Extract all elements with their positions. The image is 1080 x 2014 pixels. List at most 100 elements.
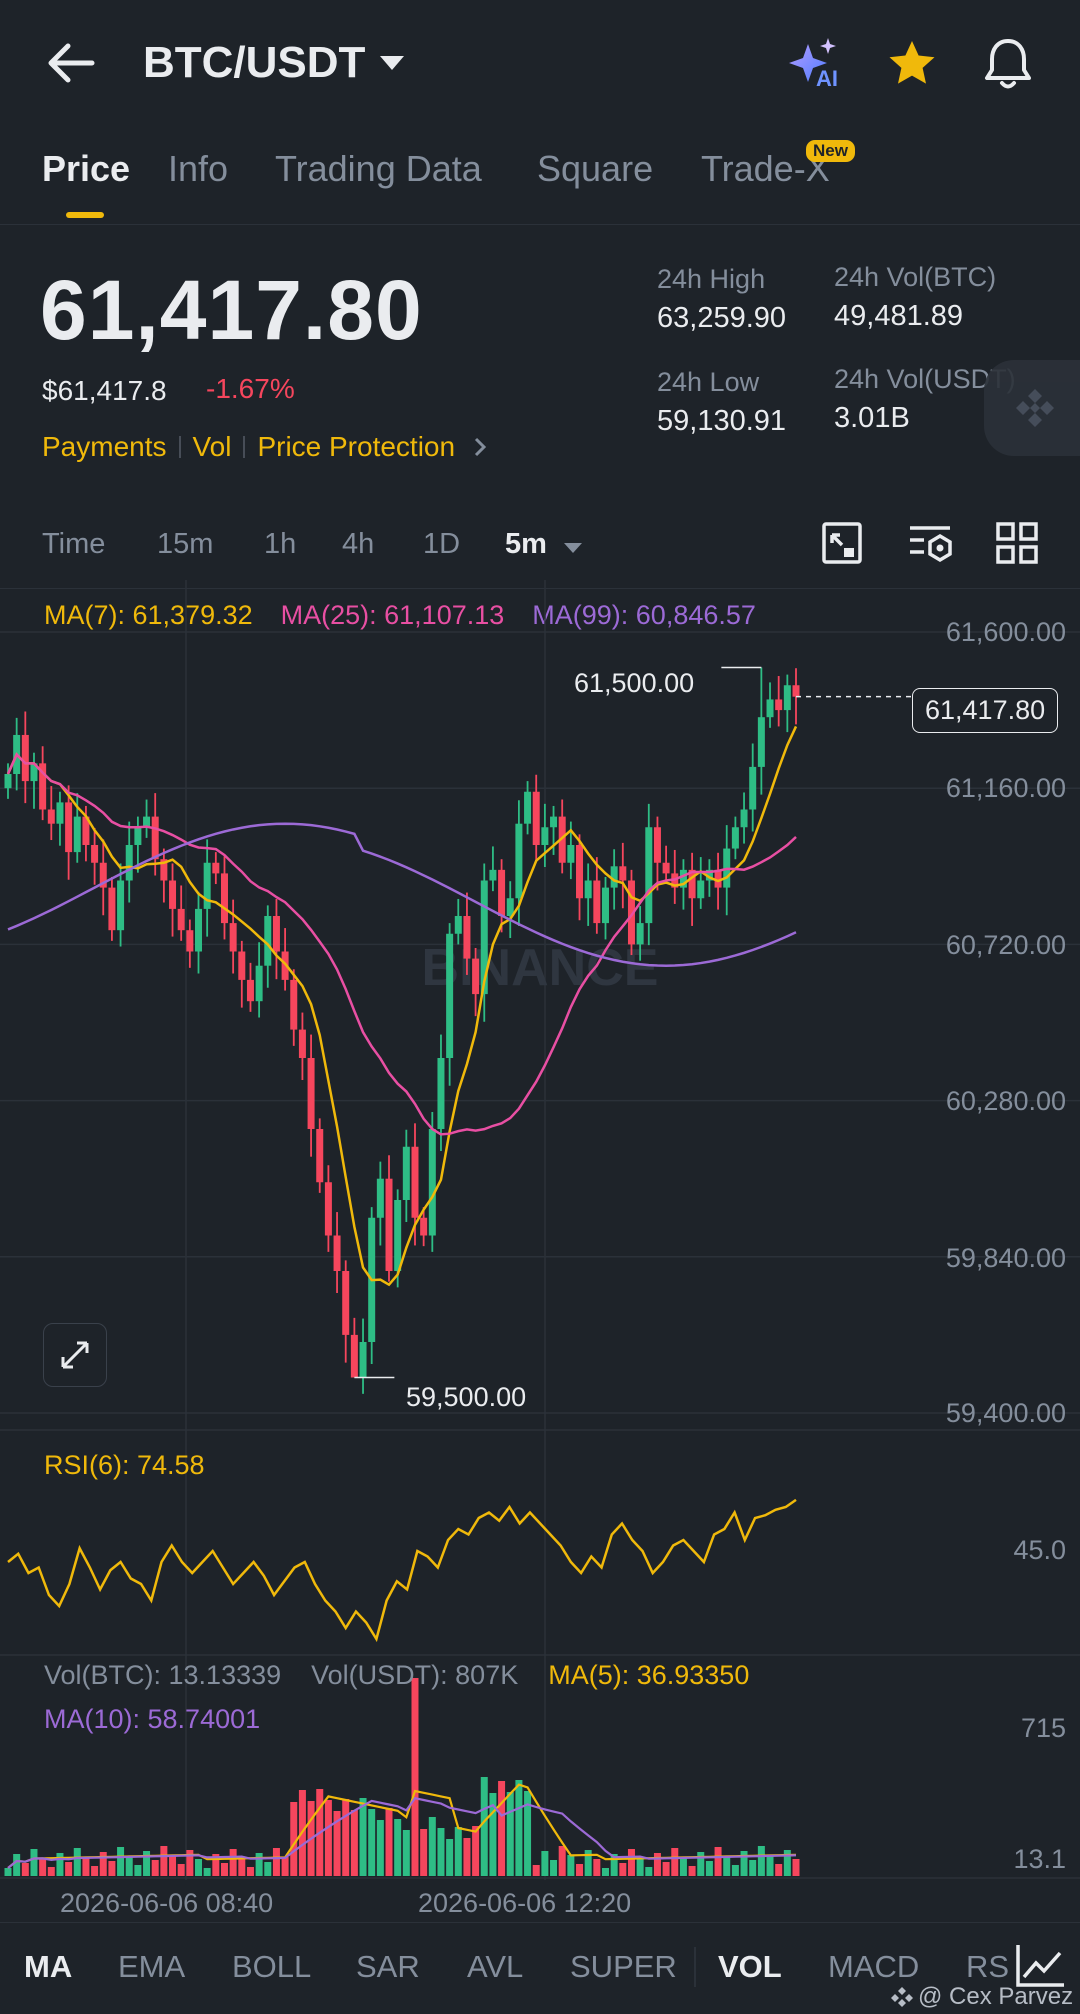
tab-bar: Price Info Trading Data Square Trade-X N… [0,140,1080,225]
indicator-super[interactable]: SUPER [570,1949,677,1985]
ai-button[interactable]: AI [786,36,846,96]
indicator-ema[interactable]: EMA [118,1949,185,1985]
volume-bar [627,1849,635,1876]
fullscreen-button[interactable] [43,1323,107,1387]
candle [662,862,670,874]
back-button[interactable] [38,30,104,96]
volume-bar [82,1857,90,1876]
volume-bar [39,1858,47,1876]
candle [489,869,497,881]
candle [255,965,263,1002]
volume-bar [775,1864,783,1876]
alert-button[interactable] [982,36,1034,92]
candle [792,685,800,697]
candle [350,1334,358,1378]
pair-title: BTC/USDT [143,38,366,87]
ma-lines-layer [6,725,798,1287]
candle [749,766,757,810]
candle [411,1146,419,1218]
interval-time[interactable]: Time [42,528,105,561]
volume-bar [160,1846,168,1876]
volume-bar [13,1854,21,1876]
candle [195,908,203,952]
volume-bar [203,1868,211,1876]
change-percent: -1.67% [206,373,295,404]
volume-bar [246,1867,254,1876]
candle [359,1342,367,1378]
candle [437,1058,445,1129]
vol-axis-top: 715 [1020,1713,1066,1743]
volume-legend: Vol(BTC): 13.13339 Vol(USDT): 807K MA(5)… [44,1660,749,1691]
interval-selected[interactable]: 5m [505,528,547,561]
volume-bar [705,1861,713,1876]
low-marker: 59,500.00 [406,1382,527,1412]
volume-bar [541,1851,549,1876]
price-axis-label: 59,840.00 [945,1243,1066,1273]
indicator-boll[interactable]: BOLL [232,1949,311,1985]
indicator-settings-button[interactable] [906,520,956,566]
volume-bar [195,1859,203,1876]
grid-icon [996,522,1038,564]
volume-bar [264,1862,272,1876]
candle [567,845,575,863]
interval-4h[interactable]: 4h [342,528,374,561]
indicator-divider [694,1947,696,1987]
candle [91,845,99,863]
volume-bar [714,1847,722,1876]
binance-logo-icon [1016,389,1054,427]
candle [4,774,12,789]
tab-trading-data[interactable]: Trading Data [275,148,482,190]
candle [619,866,627,881]
volume-bar [731,1865,739,1876]
vol-link[interactable]: Vol [193,431,232,463]
volume-bar [359,1798,367,1876]
price-protection-link[interactable]: Price Protection [257,431,455,463]
volume-bar [645,1867,653,1876]
floating-binance-button[interactable] [984,360,1080,456]
tab-info[interactable]: Info [168,148,228,190]
favorite-button[interactable] [886,38,938,90]
volume-bar [255,1853,263,1876]
candle [653,827,661,863]
rsi-label: RSI(6): 74.58 [44,1450,205,1480]
volume-bar [272,1848,280,1876]
indicator-vol[interactable]: VOL [718,1949,782,1985]
indicator-avl[interactable]: AVL [467,1949,523,1985]
layout-grid-button[interactable] [994,520,1040,566]
payments-link[interactable]: Payments [42,431,167,463]
credit-text: @ Cex Parvez [918,1983,1074,2010]
interval-1h[interactable]: 1h [264,528,296,561]
high-label: 24h High [657,264,766,294]
candle [108,887,116,931]
price-axis-label: 61,160.00 [945,773,1066,803]
volume-bar [30,1849,38,1876]
volume-bar [342,1799,350,1876]
current-price-tag: 61,417.80 [912,688,1059,733]
candle [65,802,73,853]
volume-bar [723,1856,731,1876]
rsi-line [7,1498,797,1643]
volume-bar [766,1855,774,1876]
interval-1d[interactable]: 1D [423,528,460,561]
volume-bar [472,1826,480,1876]
interval-15m[interactable]: 15m [157,528,213,561]
credit-watermark: @ Cex Parvez [890,1983,1073,2011]
indicator-sar[interactable]: SAR [356,1949,420,1985]
tab-price[interactable]: Price [42,148,130,190]
indicator-ma[interactable]: MA [24,1949,72,1985]
tab-square[interactable]: Square [537,148,653,190]
volume-bar [73,1848,81,1876]
vol-ma5-legend: MA(5): 36.93350 [548,1660,750,1690]
pair-selector[interactable]: BTC/USDT [143,38,405,88]
indicator-macd[interactable]: MACD [828,1949,919,1985]
volume-bar [688,1866,696,1876]
volume-bar [558,1846,566,1876]
interval-bar: Time 15m 1h 4h 1D 5m [0,520,1080,576]
volume-bar [56,1853,64,1876]
volume-bar [324,1800,332,1876]
chart-settings-button[interactable] [820,520,864,566]
candle [56,802,64,824]
candle [73,816,81,853]
candle [775,699,783,711]
volume-bar [653,1853,661,1876]
